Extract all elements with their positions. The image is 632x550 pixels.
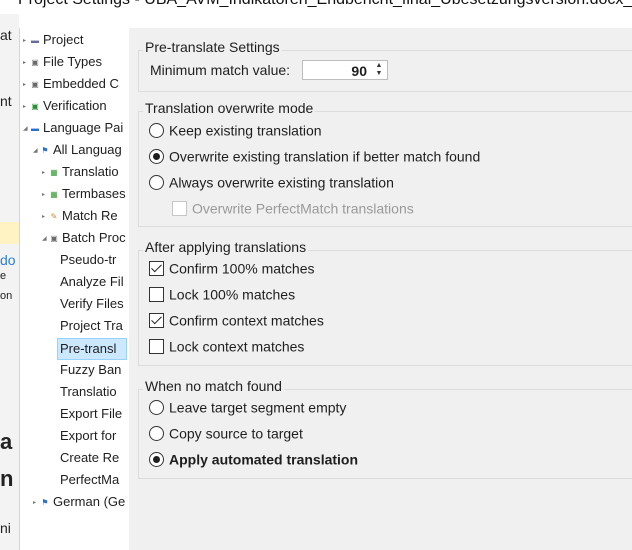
- spinner-arrows[interactable]: ▲ ▼: [374, 62, 384, 78]
- radio-apply-mt[interactable]: Apply automated translation: [149, 450, 358, 467]
- checkbox[interactable]: [172, 200, 187, 216]
- min-match-value: 90: [351, 63, 367, 79]
- checkbox[interactable]: [149, 312, 164, 328]
- radio-button[interactable]: [149, 174, 164, 190]
- after-applying-title: After applying translations: [143, 239, 309, 255]
- tree-item-match-repair[interactable]: ▸ ✎ Match Re: [42, 205, 118, 227]
- checkbox-overwrite-perfectmatch[interactable]: Overwrite PerfectMatch translations: [172, 199, 414, 216]
- tree-item-fuzzy-bands[interactable]: Fuzzy Ban: [60, 359, 121, 381]
- flag-icon: ⚑: [41, 145, 49, 155]
- tree-item-analyze-files[interactable]: Analyze Fil: [60, 271, 124, 293]
- settings-panel: Pre-translate Settings Minimum match val…: [129, 28, 632, 550]
- checkbox-confirm-context[interactable]: Confirm context matches: [149, 311, 324, 328]
- checkbox[interactable]: [149, 260, 164, 276]
- tree-item-language-pairs[interactable]: ◢ ▬ Language Pai: [23, 117, 123, 139]
- background-fragment: on: [0, 290, 13, 302]
- background-fragment: e: [0, 270, 7, 282]
- checkbox-lock-context[interactable]: Lock context matches: [149, 337, 304, 354]
- background-window-strip: at nt do e on a n ni: [0, 14, 19, 550]
- radio-leave-empty[interactable]: Leave target segment empty: [149, 398, 346, 415]
- radio-button[interactable]: [149, 451, 164, 467]
- radio-overwrite-if-better[interactable]: Overwrite existing translation if better…: [149, 147, 480, 164]
- verification-icon: ▣: [31, 101, 39, 111]
- settings-tree[interactable]: ▸ ▬ Project ▸ ▣ File Types ▸ ▣ Embedded C ▸ ▣ Ve…: [19, 28, 130, 550]
- checkbox-confirm-100[interactable]: Confirm 100% matches: [149, 259, 315, 276]
- radio-button[interactable]: [149, 148, 164, 164]
- background-fragment: do: [0, 252, 16, 268]
- tree-item-embedded-content[interactable]: ▸ ▣ Embedded C: [23, 73, 119, 95]
- file-types-icon: ▣: [31, 57, 39, 67]
- tree-item-file-types[interactable]: ▸ ▣ File Types: [23, 51, 102, 73]
- radio-always-overwrite[interactable]: Always overwrite existing translation: [149, 173, 394, 190]
- tree-item-german[interactable]: ▸ ⚑ German (Ge: [33, 491, 125, 513]
- tree-item-termbases[interactable]: ▸ ▦ Termbases: [42, 183, 126, 205]
- tree-item-verification[interactable]: ▸ ▣ Verification: [23, 95, 107, 117]
- embedded-content-icon: ▣: [31, 79, 39, 89]
- no-match-title: When no match found: [143, 378, 284, 394]
- tree-item-export-files[interactable]: Export File: [60, 403, 122, 425]
- title-bar: Project Settings - UBA_AVM_Indikatoren_E…: [0, 0, 632, 14]
- background-fragment: n: [0, 466, 14, 491]
- background-fragment: ni: [0, 520, 11, 536]
- termbase-icon: ▦: [50, 189, 58, 199]
- tree-item-create-report[interactable]: Create Re: [60, 447, 119, 469]
- pretranslate-title: Pre-translate Settings: [143, 39, 282, 55]
- background-fragment: at: [0, 27, 12, 43]
- overwrite-title: Translation overwrite mode: [143, 100, 316, 116]
- translation-memory-icon: ▦: [50, 167, 58, 177]
- window-title: Project Settings - UBA_AVM_Indikatoren_E…: [18, 0, 632, 9]
- batch-icon: ▣: [50, 233, 58, 243]
- tree-item-project-tm[interactable]: Project Tra: [60, 315, 123, 337]
- spin-down-icon[interactable]: ▼: [374, 70, 384, 78]
- checkbox[interactable]: [149, 338, 164, 354]
- radio-button[interactable]: [149, 122, 164, 138]
- tree-item-batch-processing[interactable]: ◢ ▣ Batch Proc: [42, 227, 126, 249]
- spin-up-icon[interactable]: ▲: [374, 62, 384, 70]
- radio-button[interactable]: [149, 399, 164, 415]
- flag-icon: ⚑: [41, 497, 49, 507]
- tree-item-perfectmatch[interactable]: PerfectMa: [60, 469, 119, 491]
- tree-item-verify-files[interactable]: Verify Files: [60, 293, 124, 315]
- background-fragment: nt: [0, 93, 12, 109]
- checkbox[interactable]: [149, 286, 164, 302]
- checkbox-lock-100[interactable]: Lock 100% matches: [149, 285, 295, 302]
- tree-item-pre-translate[interactable]: Pre-transl: [57, 338, 127, 360]
- tree-item-translation-memory[interactable]: ▸ ▦ Translatio: [42, 161, 119, 183]
- tree-item-translation-count[interactable]: Translatio: [60, 381, 117, 403]
- wrench-icon: ✎: [50, 211, 58, 221]
- project-icon: ▬: [31, 35, 39, 45]
- radio-button[interactable]: [149, 425, 164, 441]
- tree-item-pseudo-translate[interactable]: Pseudo-tr: [60, 249, 116, 271]
- tree-item-export-for-review[interactable]: Export for: [60, 425, 116, 447]
- radio-keep-existing[interactable]: Keep existing translation: [149, 121, 322, 138]
- tree-item-project[interactable]: ▸ ▬ Project: [23, 29, 83, 51]
- background-fragment: a: [0, 429, 13, 454]
- language-pairs-icon: ▬: [31, 123, 39, 133]
- tree-item-all-language-pairs[interactable]: ◢ ⚑ All Languag: [33, 139, 122, 161]
- min-match-label: Minimum match value:: [150, 62, 291, 78]
- radio-copy-source[interactable]: Copy source to target: [149, 424, 303, 441]
- min-match-spinner[interactable]: 90 ▲ ▼: [302, 60, 388, 80]
